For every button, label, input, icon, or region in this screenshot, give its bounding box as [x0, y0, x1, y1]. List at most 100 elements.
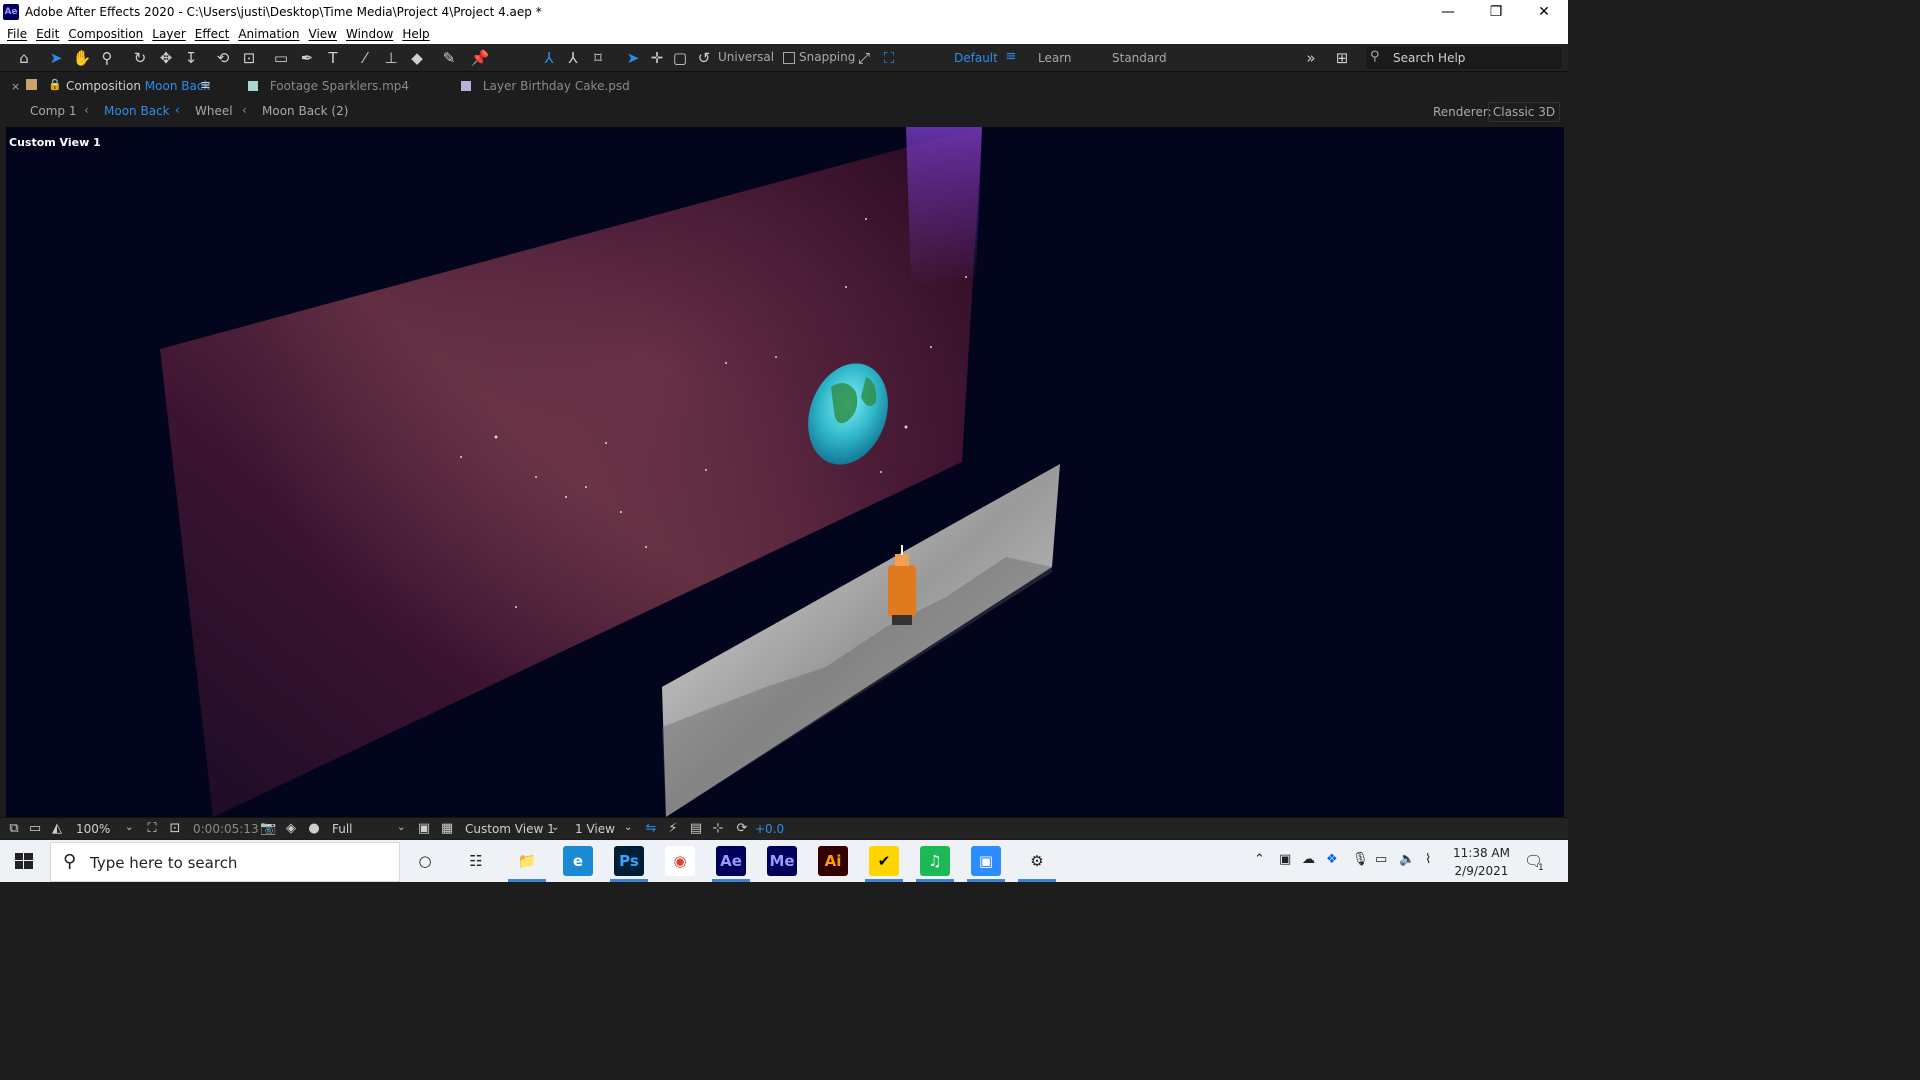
flowchart-icon[interactable]: ⊹	[710, 821, 726, 837]
exposure-value[interactable]: +0.0	[755, 822, 784, 836]
transparency-grid-icon[interactable]: ▦	[439, 821, 455, 837]
rectangle-tool-icon[interactable]: ▭	[271, 48, 291, 68]
microphone-icon[interactable]: 🎙	[1352, 852, 1369, 867]
composition-viewer[interactable]: Custom View 1	[6, 127, 1564, 817]
taskbar-app-spotify[interactable]: ♫	[920, 846, 950, 876]
orbit-camera-icon[interactable]: ↻	[130, 48, 150, 68]
pan-camera-icon[interactable]: ✥	[156, 48, 176, 68]
puppet-pin-tool-icon[interactable]: 📌	[470, 48, 490, 68]
camera-view-dropdown[interactable]: Custom View 1	[465, 822, 555, 836]
move-gizmo-icon[interactable]: ✛	[647, 48, 667, 68]
pen-tool-icon[interactable]: ✒	[297, 48, 317, 68]
tab-layer-birthday-cake[interactable]: Layer Birthday Cake.psd	[461, 79, 630, 93]
title-safe-icon[interactable]: ⊡	[167, 821, 183, 837]
renderer-dropdown[interactable]: Classic 3D	[1488, 102, 1560, 122]
lock-icon[interactable]: 🔒	[48, 78, 62, 91]
roto-brush-tool-icon[interactable]: ✎	[439, 48, 459, 68]
menu-edit[interactable]: Edit	[36, 27, 59, 41]
onedrive-cloud-icon[interactable]: ☁	[1302, 852, 1315, 867]
dolly-camera-icon[interactable]: ↧	[181, 48, 201, 68]
toggle-pixel-aspect-icon[interactable]: ⇋	[643, 821, 659, 837]
close-button[interactable]: ✕	[1520, 0, 1568, 24]
crumb-comp-1[interactable]: Comp 1	[30, 104, 76, 118]
taskbar-app-cortana[interactable]: ○	[410, 846, 440, 876]
fast-previews-icon[interactable]: ⚡	[665, 821, 681, 837]
crumb-wheel[interactable]: Wheel	[195, 104, 233, 118]
selection-tool-icon[interactable]: ➤	[46, 48, 66, 68]
rotation-tool-icon[interactable]: ⟲	[213, 48, 233, 68]
region-of-interest-icon[interactable]: ▣	[416, 821, 432, 837]
chevron-down-icon[interactable]: ⌄	[397, 822, 405, 833]
panel-menu-icon[interactable]: ≡	[200, 78, 211, 93]
taskbar-app-zoom[interactable]: ▣	[971, 846, 1001, 876]
universal-select-icon[interactable]: ➤	[623, 48, 643, 68]
magnification-dropdown[interactable]: 100%	[76, 822, 110, 836]
volume-icon[interactable]: 🔈	[1399, 852, 1415, 867]
snapping-label[interactable]: Snapping	[799, 50, 855, 64]
mask-visibility-icon[interactable]: ◭	[49, 821, 65, 837]
clone-stamp-tool-icon[interactable]: ⊥	[381, 48, 401, 68]
system-clock[interactable]: 11:38 AM 2/9/2021	[1453, 844, 1510, 880]
taskbar-app-after-effects[interactable]: Ae	[716, 846, 746, 876]
menu-view[interactable]: View	[309, 27, 337, 41]
taskbar-app-settings[interactable]: ⚙	[1022, 846, 1052, 876]
reset-exposure-icon[interactable]: ⟳	[734, 821, 750, 837]
workspace-standard[interactable]: Standard	[1112, 51, 1167, 65]
content-aware-fill-icon[interactable]: ⊞	[1332, 48, 1352, 68]
world-axis-mode-icon[interactable]: ⅄	[563, 48, 583, 68]
workspace-menu-icon[interactable]: ≡	[1001, 47, 1021, 67]
menu-animation[interactable]: Animation	[238, 27, 299, 41]
taskbar-search-box[interactable]: ⚲ Type here to search	[50, 842, 400, 882]
menu-file[interactable]: File	[7, 27, 27, 41]
dropbox-icon[interactable]: ❖	[1326, 852, 1338, 867]
chevron-up-icon[interactable]: ⌃	[1254, 852, 1265, 867]
show-snapshot-icon[interactable]: ◈	[283, 821, 299, 837]
snap-edges-icon[interactable]: ⤢	[854, 48, 874, 68]
menu-help[interactable]: Help	[402, 27, 429, 41]
taskbar-app-file-explorer[interactable]: 📁	[512, 846, 542, 876]
type-tool-icon[interactable]: T	[323, 48, 343, 68]
current-time[interactable]: 0:00:05:13	[193, 822, 259, 836]
axis-mode-label[interactable]: Universal	[718, 50, 774, 64]
menu-composition[interactable]: Composition	[68, 27, 143, 41]
menu-effect[interactable]: Effect	[195, 27, 230, 41]
chevron-down-icon[interactable]: ⌄	[125, 822, 133, 833]
monitor-icon[interactable]: ▭	[27, 821, 43, 837]
hand-tool-icon[interactable]: ✋	[72, 48, 92, 68]
workspace-learn[interactable]: Learn	[1038, 51, 1072, 65]
restore-button[interactable]: ❐	[1472, 0, 1520, 24]
search-help-field[interactable]: ⚲ Search Help	[1366, 47, 1562, 69]
taskbar-app-media-encoder[interactable]: Me	[767, 846, 797, 876]
view-layout-dropdown[interactable]: 1 View	[575, 822, 615, 836]
channels-icon[interactable]: ●	[306, 821, 322, 837]
taskbar-app-norton[interactable]: ✔	[869, 846, 899, 876]
taskbar-app-task-view[interactable]: ☷	[461, 846, 491, 876]
scale-gizmo-icon[interactable]: ▢	[670, 48, 690, 68]
taskbar-app-illustrator[interactable]: Ai	[818, 846, 848, 876]
always-preview-icon[interactable]: ⧉	[6, 821, 22, 837]
wifi-icon[interactable]: ⌇	[1425, 852, 1431, 867]
workspace-default[interactable]: Default	[954, 51, 998, 65]
chevron-down-icon[interactable]: ⌄	[551, 822, 559, 833]
taskbar-app-chrome[interactable]: ◉	[665, 846, 695, 876]
crumb-moon-back[interactable]: Moon Back	[104, 104, 170, 118]
resolution-dropdown[interactable]: Full	[332, 822, 353, 836]
menu-layer[interactable]: Layer	[152, 27, 185, 41]
fit-icon[interactable]: ⛶	[144, 821, 160, 837]
snap-features-icon[interactable]: ⛶	[879, 48, 899, 68]
snapshot-camera-icon[interactable]: 📷	[260, 821, 276, 837]
meet-now-icon[interactable]: ▣	[1279, 852, 1291, 867]
view-axis-mode-icon[interactable]: ⌑	[588, 48, 608, 68]
crumb-moon-back-2[interactable]: Moon Back (2)	[262, 104, 348, 118]
tab-footage-sparklers[interactable]: Footage Sparklers.mp4	[248, 79, 409, 93]
taskbar-app-edge[interactable]: e	[563, 846, 593, 876]
rotate-gizmo-icon[interactable]: ↺	[694, 48, 714, 68]
battery-icon[interactable]: ▭	[1375, 852, 1387, 867]
home-icon[interactable]: ⌂	[14, 48, 34, 68]
brush-tool-icon[interactable]: ⁄	[355, 48, 375, 68]
chevron-down-icon[interactable]: ⌄	[624, 822, 632, 833]
start-button[interactable]	[0, 840, 48, 882]
eraser-tool-icon[interactable]: ◆	[407, 48, 427, 68]
snapping-checkbox[interactable]	[783, 52, 795, 64]
pan-behind-tool-icon[interactable]: ⊡	[239, 48, 259, 68]
